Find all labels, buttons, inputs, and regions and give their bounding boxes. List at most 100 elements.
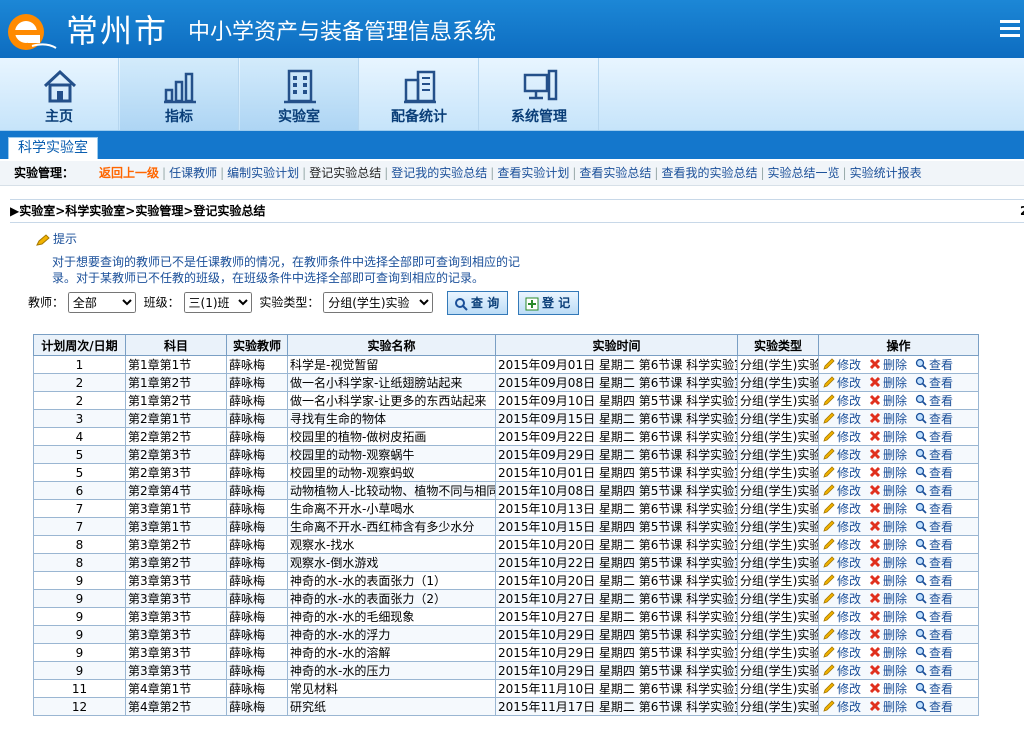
teacher-select[interactable]: 全部 [67, 292, 136, 313]
edit-icon[interactable] [823, 466, 835, 481]
delete-link[interactable]: 删除 [883, 520, 907, 534]
delete-icon[interactable] [869, 394, 881, 409]
action-register-summary[interactable]: 登记实验总结 [306, 166, 384, 180]
edit-link[interactable]: 修改 [837, 376, 861, 390]
edit-link[interactable]: 修改 [837, 484, 861, 498]
nav-home[interactable]: 主页 [0, 58, 119, 130]
delete-icon[interactable] [869, 700, 881, 715]
nav-system-admin[interactable]: 系统管理 [480, 58, 599, 130]
delete-link[interactable]: 删除 [883, 430, 907, 444]
delete-link[interactable]: 删除 [883, 394, 907, 408]
type-select[interactable]: 分组(学生)实验 [323, 292, 434, 313]
view-link[interactable]: 查看 [929, 394, 953, 408]
edit-icon[interactable] [823, 592, 835, 607]
action-summary-list[interactable]: 实验总结一览 [765, 166, 843, 180]
delete-icon[interactable] [869, 556, 881, 571]
view-link[interactable]: 查看 [929, 502, 953, 516]
edit-link[interactable]: 修改 [837, 682, 861, 696]
edit-icon[interactable] [823, 682, 835, 697]
delete-link[interactable]: 删除 [883, 376, 907, 390]
edit-link[interactable]: 修改 [837, 664, 861, 678]
delete-icon[interactable] [869, 574, 881, 589]
edit-link[interactable]: 修改 [837, 358, 861, 372]
view-icon[interactable] [915, 700, 927, 715]
view-link[interactable]: 查看 [929, 592, 953, 606]
delete-icon[interactable] [869, 664, 881, 679]
view-link[interactable]: 查看 [929, 556, 953, 570]
edit-icon[interactable] [823, 412, 835, 427]
edit-link[interactable]: 修改 [837, 502, 861, 516]
delete-icon[interactable] [869, 646, 881, 661]
view-link[interactable]: 查看 [929, 628, 953, 642]
delete-link[interactable]: 删除 [883, 682, 907, 696]
view-icon[interactable] [915, 574, 927, 589]
delete-icon[interactable] [869, 484, 881, 499]
edit-icon[interactable] [823, 484, 835, 499]
delete-icon[interactable] [869, 502, 881, 517]
action-view-plan[interactable]: 查看实验计划 [494, 166, 572, 180]
view-link[interactable]: 查看 [929, 538, 953, 552]
view-link[interactable]: 查看 [929, 412, 953, 426]
view-link[interactable]: 查看 [929, 376, 953, 390]
delete-link[interactable]: 删除 [883, 502, 907, 516]
delete-icon[interactable] [869, 610, 881, 625]
delete-link[interactable]: 删除 [883, 574, 907, 588]
delete-icon[interactable] [869, 412, 881, 427]
delete-icon[interactable] [869, 466, 881, 481]
action-teachers[interactable]: 任课教师 [166, 166, 220, 180]
delete-link[interactable]: 删除 [883, 412, 907, 426]
view-icon[interactable] [915, 520, 927, 535]
view-icon[interactable] [915, 394, 927, 409]
view-icon[interactable] [915, 682, 927, 697]
view-icon[interactable] [915, 592, 927, 607]
view-icon[interactable] [915, 610, 927, 625]
delete-link[interactable]: 删除 [883, 466, 907, 480]
view-link[interactable]: 查看 [929, 646, 953, 660]
view-icon[interactable] [915, 412, 927, 427]
subtab-science-lab[interactable]: 科学实验室 [8, 137, 98, 159]
delete-link[interactable]: 删除 [883, 628, 907, 642]
edit-link[interactable]: 修改 [837, 520, 861, 534]
delete-link[interactable]: 删除 [883, 664, 907, 678]
delete-icon[interactable] [869, 376, 881, 391]
edit-link[interactable]: 修改 [837, 466, 861, 480]
edit-icon[interactable] [823, 394, 835, 409]
nav-lab[interactable]: 实验室 [240, 58, 359, 130]
class-select[interactable]: 三(1)班 [183, 292, 252, 313]
view-icon[interactable] [915, 448, 927, 463]
delete-link[interactable]: 删除 [883, 610, 907, 624]
view-link[interactable]: 查看 [929, 700, 953, 714]
delete-icon[interactable] [869, 592, 881, 607]
edit-link[interactable]: 修改 [837, 412, 861, 426]
view-icon[interactable] [915, 484, 927, 499]
delete-icon[interactable] [869, 538, 881, 553]
delete-icon[interactable] [869, 628, 881, 643]
edit-icon[interactable] [823, 520, 835, 535]
edit-link[interactable]: 修改 [837, 538, 861, 552]
delete-link[interactable]: 删除 [883, 646, 907, 660]
delete-icon[interactable] [869, 520, 881, 535]
edit-link[interactable]: 修改 [837, 700, 861, 714]
edit-icon[interactable] [823, 664, 835, 679]
menu-icon[interactable] [1000, 20, 1020, 38]
edit-icon[interactable] [823, 610, 835, 625]
view-icon[interactable] [915, 466, 927, 481]
action-view-summary[interactable]: 查看实验总结 [576, 166, 654, 180]
action-stats-report[interactable]: 实验统计报表 [847, 166, 925, 180]
view-link[interactable]: 查看 [929, 610, 953, 624]
delete-icon[interactable] [869, 448, 881, 463]
edit-link[interactable]: 修改 [837, 394, 861, 408]
view-icon[interactable] [915, 502, 927, 517]
edit-icon[interactable] [823, 646, 835, 661]
edit-link[interactable]: 修改 [837, 448, 861, 462]
edit-icon[interactable] [823, 430, 835, 445]
delete-link[interactable]: 删除 [883, 592, 907, 606]
view-icon[interactable] [915, 628, 927, 643]
edit-link[interactable]: 修改 [837, 592, 861, 606]
edit-link[interactable]: 修改 [837, 646, 861, 660]
edit-icon[interactable] [823, 556, 835, 571]
edit-icon[interactable] [823, 628, 835, 643]
edit-icon[interactable] [823, 358, 835, 373]
edit-link[interactable]: 修改 [837, 610, 861, 624]
delete-link[interactable]: 删除 [883, 700, 907, 714]
